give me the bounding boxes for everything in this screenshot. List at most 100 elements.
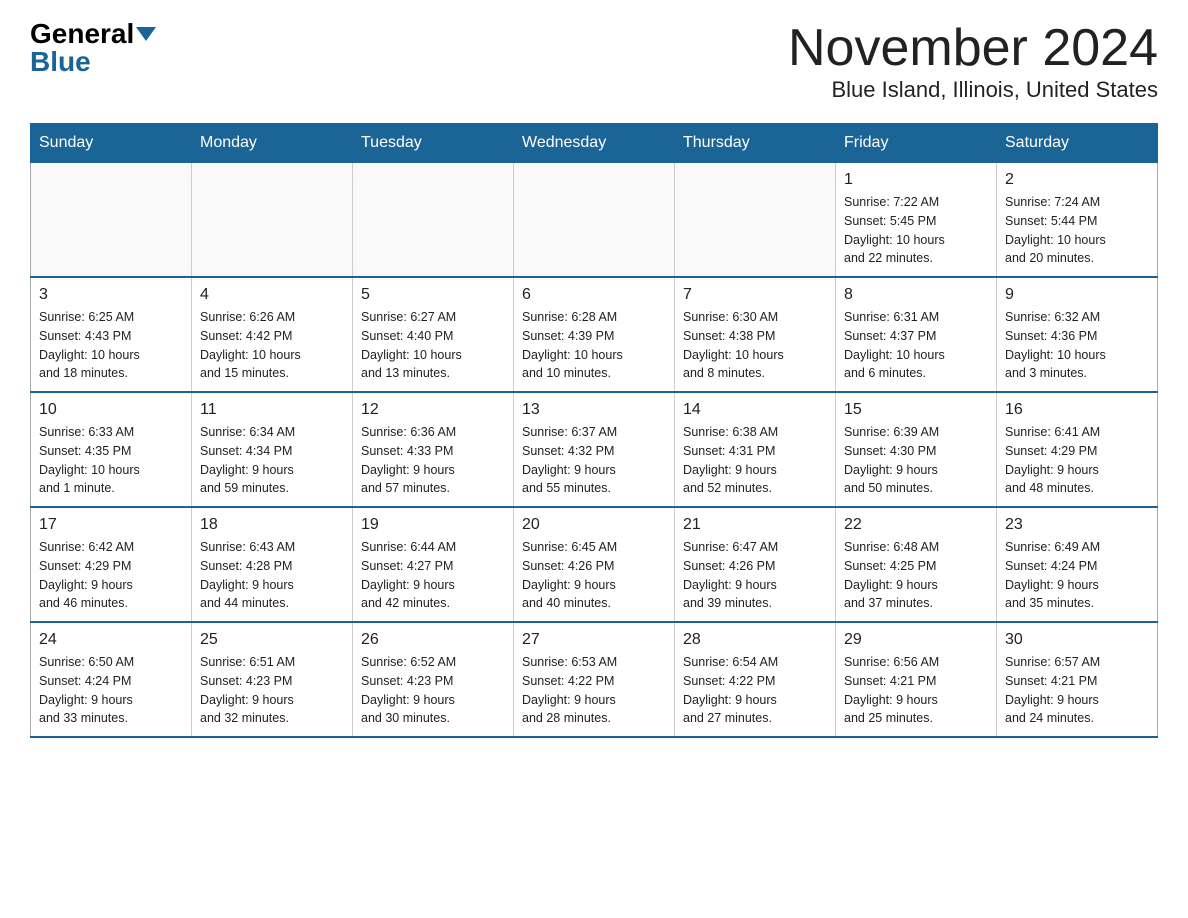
day-number: 12 [361,401,505,419]
title-section: November 2024 Blue Island, Illinois, Uni… [788,20,1158,103]
day-number: 29 [844,631,988,649]
header-wednesday: Wednesday [514,124,675,163]
day-number: 30 [1005,631,1149,649]
day-number: 7 [683,286,827,304]
day-number: 26 [361,631,505,649]
calendar-cell: 4 Sunrise: 6:26 AMSunset: 4:42 PMDaylight… [192,277,353,392]
calendar-cell: 22Sunrise: 6:48 AMSunset: 4:25 PMDayligh… [836,507,997,622]
calendar-cell: 30 Sunrise: 6:57 AMSunset: 4:21 PMDayligh… [997,622,1158,737]
day-info: Sunrise: 6:38 AMSunset: 4:31 PMDaylight:… [683,423,827,498]
header-saturday: Saturday [997,124,1158,163]
calendar-cell: 10 Sunrise: 6:33 AMSunset: 4:35 PMDayligh… [31,392,192,507]
calendar-cell: 3Sunrise: 6:25 AMSunset: 4:43 PMDaylight… [31,277,192,392]
calendar-cell [353,163,514,278]
day-info: Sunrise: 6:27 AMSunset: 4:40 PMDaylight:… [361,308,505,383]
day-info: Sunrise: 6:49 AMSunset: 4:24 PMDaylight:… [1005,538,1149,613]
header-monday: Monday [192,124,353,163]
calendar-cell: 11 Sunrise: 6:34 AMSunset: 4:34 PMDayligh… [192,392,353,507]
day-info: Sunrise: 6:31 AMSunset: 4:37 PMDaylight:… [844,308,988,383]
header-sunday: Sunday [31,124,192,163]
calendar-cell: 2Sunrise: 7:24 AMSunset: 5:44 PMDaylight… [997,163,1158,278]
day-info: Sunrise: 6:32 AMSunset: 4:36 PMDaylight:… [1005,308,1149,383]
calendar-cell: 1 Sunrise: 7:22 AMSunset: 5:45 PMDaylight… [836,163,997,278]
calendar-cell: 29Sunrise: 6:56 AMSunset: 4:21 PMDayligh… [836,622,997,737]
day-number: 28 [683,631,827,649]
day-info: Sunrise: 6:45 AMSunset: 4:26 PMDaylight:… [522,538,666,613]
day-info: Sunrise: 6:36 AMSunset: 4:33 PMDaylight:… [361,423,505,498]
day-info: Sunrise: 6:52 AMSunset: 4:23 PMDaylight:… [361,653,505,728]
day-number: 3 [39,286,183,304]
day-number: 8 [844,286,988,304]
day-info: Sunrise: 6:34 AMSunset: 4:34 PMDaylight:… [200,423,344,498]
day-info: Sunrise: 6:39 AMSunset: 4:30 PMDaylight:… [844,423,988,498]
day-number: 24 [39,631,183,649]
calendar-cell: 20 Sunrise: 6:45 AMSunset: 4:26 PMDayligh… [514,507,675,622]
day-info: Sunrise: 6:37 AMSunset: 4:32 PMDaylight:… [522,423,666,498]
calendar-cell: 27 Sunrise: 6:53 AMSunset: 4:22 PMDayligh… [514,622,675,737]
calendar-cell: 19 Sunrise: 6:44 AMSunset: 4:27 PMDayligh… [353,507,514,622]
calendar-cell: 7 Sunrise: 6:30 AMSunset: 4:38 PMDaylight… [675,277,836,392]
calendar-cell [675,163,836,278]
day-info: Sunrise: 6:50 AMSunset: 4:24 PMDaylight:… [39,653,183,728]
calendar-cell: 23 Sunrise: 6:49 AMSunset: 4:24 PMDayligh… [997,507,1158,622]
day-number: 16 [1005,401,1149,419]
day-number: 10 [39,401,183,419]
calendar-cell: 15 Sunrise: 6:39 AMSunset: 4:30 PMDayligh… [836,392,997,507]
calendar-cell: 21Sunrise: 6:47 AMSunset: 4:26 PMDayligh… [675,507,836,622]
header-tuesday: Tuesday [353,124,514,163]
calendar-table: SundayMondayTuesdayWednesdayThursdayFrid… [30,123,1158,738]
day-info: Sunrise: 6:53 AMSunset: 4:22 PMDaylight:… [522,653,666,728]
day-number: 19 [361,516,505,534]
calendar-cell: 14 Sunrise: 6:38 AMSunset: 4:31 PMDayligh… [675,392,836,507]
day-number: 23 [1005,516,1149,534]
day-number: 4 [200,286,344,304]
day-number: 11 [200,401,344,419]
day-info: Sunrise: 7:24 AMSunset: 5:44 PMDaylight:… [1005,193,1149,268]
page-header: General Blue November 2024 Blue Island, … [30,20,1158,103]
week-row-2: 10 Sunrise: 6:33 AMSunset: 4:35 PMDayligh… [31,392,1158,507]
day-info: Sunrise: 6:44 AMSunset: 4:27 PMDaylight:… [361,538,505,613]
day-info: Sunrise: 6:47 AMSunset: 4:26 PMDaylight:… [683,538,827,613]
day-info: Sunrise: 6:43 AMSunset: 4:28 PMDaylight:… [200,538,344,613]
calendar-cell: 8 Sunrise: 6:31 AMSunset: 4:37 PMDaylight… [836,277,997,392]
day-info: Sunrise: 6:42 AMSunset: 4:29 PMDaylight:… [39,538,183,613]
day-info: Sunrise: 6:57 AMSunset: 4:21 PMDaylight:… [1005,653,1149,728]
calendar-header-row: SundayMondayTuesdayWednesdayThursdayFrid… [31,124,1158,163]
logo-general-text: General [30,20,134,48]
day-number: 27 [522,631,666,649]
calendar-cell: 25 Sunrise: 6:51 AMSunset: 4:23 PMDayligh… [192,622,353,737]
day-number: 18 [200,516,344,534]
calendar-cell: 12 Sunrise: 6:36 AMSunset: 4:33 PMDayligh… [353,392,514,507]
calendar-cell: 26 Sunrise: 6:52 AMSunset: 4:23 PMDayligh… [353,622,514,737]
day-number: 14 [683,401,827,419]
day-info: Sunrise: 6:30 AMSunset: 4:38 PMDaylight:… [683,308,827,383]
logo-blue-text: Blue [30,48,91,76]
day-number: 15 [844,401,988,419]
day-number: 6 [522,286,666,304]
calendar-cell: 5 Sunrise: 6:27 AMSunset: 4:40 PMDaylight… [353,277,514,392]
day-info: Sunrise: 7:22 AMSunset: 5:45 PMDaylight:… [844,193,988,268]
week-row-0: 1 Sunrise: 7:22 AMSunset: 5:45 PMDaylight… [31,163,1158,278]
day-number: 25 [200,631,344,649]
day-info: Sunrise: 6:33 AMSunset: 4:35 PMDaylight:… [39,423,183,498]
day-number: 9 [1005,286,1149,304]
calendar-cell: 24 Sunrise: 6:50 AMSunset: 4:24 PMDayligh… [31,622,192,737]
logo: General Blue [30,20,156,76]
day-info: Sunrise: 6:54 AMSunset: 4:22 PMDaylight:… [683,653,827,728]
day-info: Sunrise: 6:48 AMSunset: 4:25 PMDaylight:… [844,538,988,613]
day-info: Sunrise: 6:41 AMSunset: 4:29 PMDaylight:… [1005,423,1149,498]
header-friday: Friday [836,124,997,163]
day-number: 1 [844,171,988,189]
day-number: 20 [522,516,666,534]
location-title: Blue Island, Illinois, United States [788,77,1158,103]
day-number: 5 [361,286,505,304]
calendar-cell: 28 Sunrise: 6:54 AMSunset: 4:22 PMDayligh… [675,622,836,737]
calendar-cell: 17Sunrise: 6:42 AMSunset: 4:29 PMDayligh… [31,507,192,622]
week-row-3: 17Sunrise: 6:42 AMSunset: 4:29 PMDayligh… [31,507,1158,622]
day-info: Sunrise: 6:51 AMSunset: 4:23 PMDaylight:… [200,653,344,728]
calendar-cell [514,163,675,278]
calendar-cell: 13Sunrise: 6:37 AMSunset: 4:32 PMDayligh… [514,392,675,507]
day-info: Sunrise: 6:28 AMSunset: 4:39 PMDaylight:… [522,308,666,383]
header-thursday: Thursday [675,124,836,163]
day-info: Sunrise: 6:26 AMSunset: 4:42 PMDaylight:… [200,308,344,383]
